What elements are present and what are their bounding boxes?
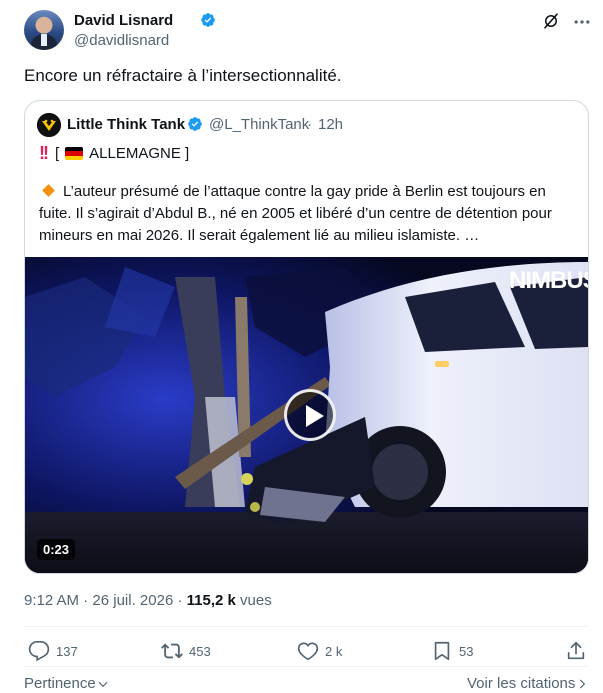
bookmark-count: 53 [459, 643, 474, 659]
chevron-down-icon [98, 681, 108, 687]
verified-badge-icon[interactable] [187, 116, 203, 132]
germany-flag-icon [65, 147, 84, 160]
like-icon [297, 642, 319, 661]
repost-icon [161, 643, 183, 659]
quoted-timestamp[interactable]: 12h [318, 116, 343, 133]
views-label: vues [240, 592, 272, 609]
reply-button[interactable]: 137 [28, 640, 78, 662]
grok-icon[interactable] [542, 12, 560, 30]
repost-button[interactable]: 453 [161, 640, 211, 662]
tweet-header: David Lisnard @davidlisnard [24, 10, 592, 54]
orange-diamond-icon [42, 184, 55, 197]
views-count: 115,2 k [186, 592, 236, 609]
share-button[interactable] [565, 640, 593, 662]
quoted-tweet-card[interactable]: Little Think Tank @L_ThinkTank · 12h !! … [24, 100, 589, 574]
bookmark-icon [434, 641, 450, 661]
like-button[interactable]: 2 k [297, 640, 342, 662]
chevron-right-icon [580, 679, 586, 688]
separator: · [307, 116, 312, 133]
quoted-headline: !! [ ALLEMAGNE ] [39, 143, 189, 164]
quoted-body: L’auteur présumé de l’attaque contre la … [39, 181, 579, 247]
headline-bracket: [ [55, 145, 60, 162]
divider [24, 666, 589, 667]
separator: · [177, 592, 183, 609]
headline-label: ALLEMAGNE ] [89, 145, 190, 162]
sort-selector[interactable]: Pertinence [24, 675, 110, 692]
play-icon[interactable] [284, 389, 336, 441]
author-handle[interactable]: @davidlisnard [74, 32, 169, 49]
quoted-author-handle[interactable]: @L_ThinkTank [209, 116, 309, 133]
like-count: 2 k [325, 643, 343, 659]
bookmark-button[interactable]: 53 [431, 640, 473, 662]
double-exclamation-icon: !! [39, 143, 49, 163]
view-quotes-label: Voir les citations [467, 675, 576, 692]
action-bar: 137 453 2 k 53 [24, 640, 589, 664]
quoted-body-text: L’auteur présumé de l’attaque contre la … [39, 183, 552, 244]
reply-count: 137 [56, 643, 78, 659]
tweet-text: Encore un réfractaire à l’intersectionna… [24, 66, 342, 85]
separator: · [83, 592, 89, 609]
tweet-time[interactable]: 9:12 AM [24, 592, 79, 609]
quoted-author-name[interactable]: Little Think Tank [67, 116, 185, 133]
verified-badge-icon[interactable] [200, 12, 216, 28]
author-display-name[interactable]: David Lisnard [74, 12, 173, 29]
channel-logo: NIMBUS [509, 267, 588, 294]
reply-icon [28, 641, 50, 662]
video-duration: 0:23 [37, 539, 76, 560]
sort-label: Pertinence [24, 675, 96, 692]
share-icon [567, 641, 585, 660]
author-avatar[interactable] [24, 10, 64, 50]
video-player[interactable]: NIMBUS 0:23 [25, 257, 588, 573]
tweet-date[interactable]: 26 juil. 2026 [92, 592, 173, 609]
quoted-author-avatar[interactable] [37, 113, 61, 137]
more-options-icon[interactable] [572, 12, 592, 32]
tweet-metadata: 9:12 AM · 26 juil. 2026 · 115,2 k vues [24, 592, 272, 609]
repost-count: 453 [189, 643, 211, 659]
think-tank-logo-icon [37, 113, 61, 137]
view-quotes-link[interactable]: Voir les citations [467, 675, 589, 692]
divider [24, 626, 589, 627]
